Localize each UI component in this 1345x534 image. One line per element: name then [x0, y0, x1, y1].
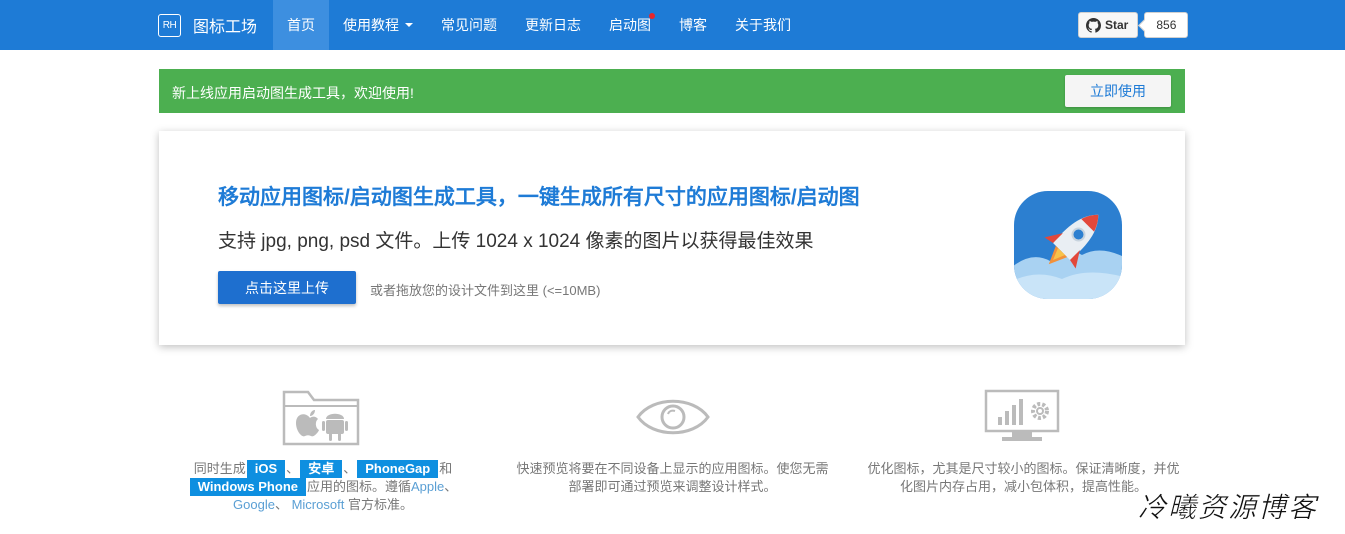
- star-count[interactable]: 856: [1144, 12, 1189, 38]
- nav-item-changelog[interactable]: 更新日志: [511, 0, 595, 50]
- chevron-down-icon: [405, 23, 413, 27]
- upload-button[interactable]: 点击这里上传: [218, 271, 356, 304]
- brand-name: 图标工场: [193, 19, 258, 36]
- eye-preview-icon: [636, 399, 710, 435]
- apple-link[interactable]: Apple: [411, 479, 444, 494]
- separator: 、: [274, 497, 288, 512]
- separator: 、: [444, 479, 458, 494]
- nav-label: 博客: [679, 17, 707, 33]
- feature-preview-text: 快速预览将要在不同设备上显示的应用图标。使您无需 部署即可通过预览来调整设计样式…: [505, 460, 840, 496]
- brand[interactable]: RH 图标工场: [158, 13, 257, 37]
- separator: 、: [286, 461, 300, 476]
- feature-text: 官方标准。: [347, 497, 413, 512]
- microsoft-link[interactable]: Microsoft: [292, 497, 345, 512]
- new-badge-dot: [649, 13, 655, 19]
- github-star-widget: Star 856: [1078, 12, 1189, 38]
- nav-label: 启动图: [609, 17, 651, 33]
- nav-label: 更新日志: [525, 17, 581, 33]
- nav-item-about[interactable]: 关于我们: [721, 0, 805, 50]
- nav-label: 使用教程: [343, 17, 399, 33]
- nav-item-faq[interactable]: 常见问题: [427, 0, 511, 50]
- monitor-optimize-icon: [984, 389, 1060, 441]
- nav-label: 常见问题: [441, 17, 497, 33]
- github-icon: [1086, 17, 1101, 33]
- hero-subtitle: 支持 jpg, png, psd 文件。上传 1024 x 1024 像素的图片…: [218, 231, 814, 252]
- nav-label: 关于我们: [735, 17, 791, 33]
- upload-card[interactable]: 移动应用图标/启动图生成工具，一键生成所有尺寸的应用图标/启动图 支持 jpg,…: [159, 131, 1185, 345]
- folder-platforms-icon: [282, 390, 360, 446]
- github-star-button[interactable]: Star: [1078, 12, 1139, 38]
- drag-drop-hint: 或者拖放您的设计文件到这里 (<=10MB): [370, 283, 601, 298]
- feature-text-line: 化图片内存占用，减小包体积，提高性能。: [899, 479, 1147, 494]
- brand-logo: RH: [158, 13, 181, 37]
- tag-phonegap: PhoneGap: [357, 460, 439, 478]
- tag-android: 安卓: [300, 460, 343, 478]
- use-now-button[interactable]: 立即使用: [1065, 75, 1171, 107]
- top-navbar: RH 图标工场 首页 使用教程 常见问题 更新日志 启动图 博客 关于我们 St…: [0, 0, 1345, 50]
- alert-text: 新上线应用启动图生成工具，欢迎使用!: [172, 85, 414, 101]
- feature-text-line: 优化图标，尤其是尺寸较小的图标。保证清晰度，并优: [867, 461, 1180, 476]
- google-link[interactable]: Google: [233, 497, 275, 512]
- announcement-alert: 新上线应用启动图生成工具，欢迎使用! 立即使用: [159, 69, 1185, 113]
- star-label: Star: [1105, 18, 1129, 32]
- separator: 、: [343, 461, 357, 476]
- feature-text-line: 部署即可通过预览来调整设计样式。: [568, 479, 777, 494]
- nav-item-blog[interactable]: 博客: [665, 0, 721, 50]
- nav-label: 首页: [287, 17, 315, 33]
- nav-item-home[interactable]: 首页: [273, 0, 329, 50]
- feature-text: 和: [439, 461, 453, 476]
- main-nav: 首页 使用教程 常见问题 更新日志 启动图 博客 关于我们: [273, 0, 805, 50]
- tag-windows-phone: Windows Phone: [189, 478, 306, 496]
- nav-item-splash[interactable]: 启动图: [595, 0, 665, 50]
- feature-text: 同时生成: [193, 461, 246, 476]
- rocket-app-icon: [1014, 191, 1122, 299]
- nav-item-tutorial[interactable]: 使用教程: [329, 0, 427, 50]
- tag-ios: iOS: [246, 460, 286, 478]
- feature-text: 应用的图标。遵循: [307, 479, 412, 494]
- hero-title: 移动应用图标/启动图生成工具，一键生成所有尺寸的应用图标/启动图: [218, 186, 860, 209]
- feature-multi-platform-text: 同时生成 iOS、安卓、 PhoneGap 和 Windows Phone 应用的图标。…: [178, 460, 468, 514]
- watermark: 冷曦资源博客: [1138, 491, 1319, 525]
- feature-text-line: 快速预览将要在不同设备上显示的应用图标。使您无需: [516, 461, 829, 476]
